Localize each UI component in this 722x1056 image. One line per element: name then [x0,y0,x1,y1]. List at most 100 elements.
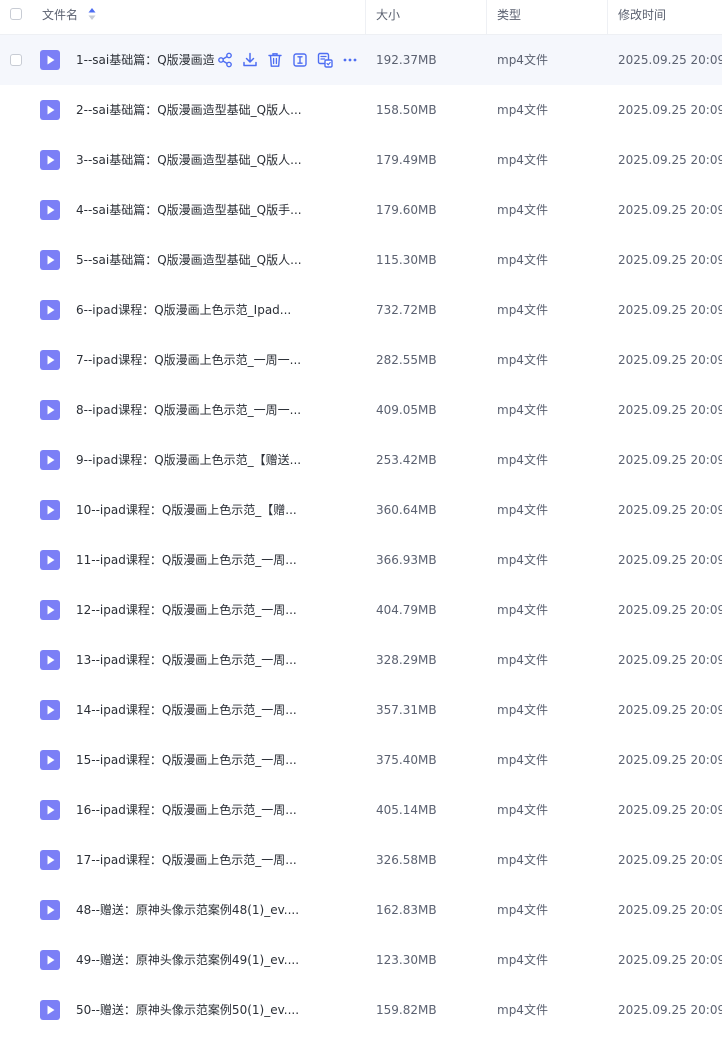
file-size: 357.31MB [376,703,437,717]
table-row[interactable]: 8--ipad课程：Q版漫画上色示范_一周一... 409.05MB mp4文件 20… [0,385,722,435]
file-name[interactable]: 4--sai基础篇：Q版漫画造型基础_Q版手... [76,185,302,235]
file-type: mp4文件 [497,953,548,967]
column-divider[interactable] [486,0,487,34]
table-row[interactable]: 48--赠送：原神头像示范案例48(1)_ev.... 162.83MB mp4文件… [0,885,722,935]
video-file-icon [40,900,60,920]
file-modified: 2025.09.25 20:09 [618,953,722,967]
file-size: 405.14MB [376,803,437,817]
file-name[interactable]: 50--赠送：原神头像示范案例50(1)_ev.... [76,985,299,1035]
video-file-icon [40,100,60,120]
file-modified: 2025.09.25 20:09 [618,203,722,217]
table-row[interactable]: 12--ipad课程：Q版漫画上色示范_一周... 404.79MB mp4文件 20… [0,585,722,635]
column-divider[interactable] [607,0,608,34]
video-file-icon [40,800,60,820]
table-row[interactable]: 2--sai基础篇：Q版漫画造型基础_Q版人... 158.50MB mp4文件 20… [0,85,722,135]
file-type: mp4文件 [497,203,548,217]
file-name[interactable]: 14--ipad课程：Q版漫画上色示范_一周... [76,685,297,735]
file-name[interactable]: 49--赠送：原神头像示范案例49(1)_ev.... [76,935,299,985]
file-name[interactable]: 16--ipad课程：Q版漫画上色示范_一周... [76,785,297,835]
file-modified: 2025.09.25 20:09 [618,553,722,567]
header-size[interactable]: 大小 [376,0,400,34]
table-row[interactable]: 16--ipad课程：Q版漫画上色示范_一周... 405.14MB mp4文件 20… [0,785,722,835]
download-icon[interactable] [241,51,259,69]
file-type: mp4文件 [497,603,548,617]
table-header: 文件名 大小 类型 修改时间 [0,0,722,35]
file-modified: 2025.09.25 20:09 [618,303,722,317]
header-name[interactable]: 文件名 [42,0,78,34]
table-row[interactable]: 14--ipad课程：Q版漫画上色示范_一周... 357.31MB mp4文件 20… [0,685,722,735]
file-name[interactable]: 1--sai基础篇：Q版漫画造 [76,35,215,85]
table-row[interactable]: 10--ipad课程：Q版漫画上色示范_【赠... 360.64MB mp4文件 20… [0,485,722,535]
copy-icon[interactable] [316,51,334,69]
file-modified: 2025.09.25 20:09 [618,653,722,667]
file-modified: 2025.09.25 20:09 [618,903,722,917]
file-name[interactable]: 5--sai基础篇：Q版漫画造型基础_Q版人... [76,235,302,285]
file-size: 162.83MB [376,903,437,917]
file-name[interactable]: 10--ipad课程：Q版漫画上色示范_【赠... [76,485,297,535]
file-size: 326.58MB [376,853,437,867]
file-size: 158.50MB [376,103,437,117]
video-file-icon [40,600,60,620]
file-size: 360.64MB [376,503,437,517]
header-type[interactable]: 类型 [497,0,521,34]
share-icon[interactable] [216,51,234,69]
file-size: 375.40MB [376,753,437,767]
file-modified: 2025.09.25 20:09 [618,753,722,767]
table-row[interactable]: 6--ipad课程：Q版漫画上色示范_Ipad... 732.72MB mp4文件 2… [0,285,722,335]
delete-icon[interactable] [266,51,284,69]
file-type: mp4文件 [497,353,548,367]
file-name[interactable]: 17--ipad课程：Q版漫画上色示范_一周... [76,835,297,885]
file-name[interactable]: 7--ipad课程：Q版漫画上色示范_一周一... [76,335,301,385]
file-name[interactable]: 11--ipad课程：Q版漫画上色示范_一周... [76,535,297,585]
rename-icon[interactable] [291,51,309,69]
file-modified: 2025.09.25 20:09 [618,403,722,417]
file-size: 179.60MB [376,203,437,217]
table-row[interactable]: 17--ipad课程：Q版漫画上色示范_一周... 326.58MB mp4文件 20… [0,835,722,885]
file-type: mp4文件 [497,553,548,567]
table-row[interactable]: 3--sai基础篇：Q版漫画造型基础_Q版人... 179.49MB mp4文件 20… [0,135,722,185]
table-row[interactable]: 7--ipad课程：Q版漫画上色示范_一周一... 282.55MB mp4文件 20… [0,335,722,385]
file-name[interactable]: 12--ipad课程：Q版漫画上色示范_一周... [76,585,297,635]
select-all-checkbox[interactable] [10,8,22,20]
file-type: mp4文件 [497,53,548,67]
table-row[interactable]: 1--sai基础篇：Q版漫画造 192.37MB mp4文件 2025.09.25 2… [0,35,722,85]
table-row[interactable]: 50--赠送：原神头像示范案例50(1)_ev.... 159.82MB mp4文件… [0,985,722,1035]
file-modified: 2025.09.25 20:09 [618,53,722,67]
more-icon[interactable] [341,51,359,69]
file-size: 179.49MB [376,153,437,167]
file-name[interactable]: 2--sai基础篇：Q版漫画造型基础_Q版人... [76,85,302,135]
video-file-icon [40,950,60,970]
video-file-icon [40,350,60,370]
file-name[interactable]: 9--ipad课程：Q版漫画上色示范_【赠送... [76,435,301,485]
file-name[interactable]: 6--ipad课程：Q版漫画上色示范_Ipad... [76,285,291,335]
file-name[interactable]: 48--赠送：原神头像示范案例48(1)_ev.... [76,885,299,935]
column-divider[interactable] [365,0,366,34]
file-name[interactable]: 15--ipad课程：Q版漫画上色示范_一周... [76,735,297,785]
table-row[interactable]: 15--ipad课程：Q版漫画上色示范_一周... 375.40MB mp4文件 20… [0,735,722,785]
file-modified: 2025.09.25 20:09 [618,803,722,817]
table-row[interactable]: 11--ipad课程：Q版漫画上色示范_一周... 366.93MB mp4文件 20… [0,535,722,585]
table-row[interactable]: 4--sai基础篇：Q版漫画造型基础_Q版手... 179.60MB mp4文件 20… [0,185,722,235]
video-file-icon [40,150,60,170]
video-file-icon [40,250,60,270]
file-size: 366.93MB [376,553,437,567]
video-file-icon [40,450,60,470]
row-checkbox[interactable] [10,54,22,66]
table-row[interactable]: 49--赠送：原神头像示范案例49(1)_ev.... 123.30MB mp4文件… [0,935,722,985]
file-size: 732.72MB [376,303,437,317]
file-name[interactable]: 8--ipad课程：Q版漫画上色示范_一周一... [76,385,301,435]
table-row[interactable]: 9--ipad课程：Q版漫画上色示范_【赠送... 253.42MB mp4文件 20… [0,435,722,485]
file-size: 123.30MB [376,953,437,967]
file-modified: 2025.09.25 20:09 [618,103,722,117]
sort-ascending-icon[interactable] [88,7,96,21]
table-row[interactable]: 13--ipad课程：Q版漫画上色示范_一周... 328.29MB mp4文件 20… [0,635,722,685]
file-name[interactable]: 13--ipad课程：Q版漫画上色示范_一周... [76,635,297,685]
file-type: mp4文件 [497,303,548,317]
file-name[interactable]: 3--sai基础篇：Q版漫画造型基础_Q版人... [76,135,302,185]
table-row[interactable]: 5--sai基础篇：Q版漫画造型基础_Q版人... 115.30MB mp4文件 20… [0,235,722,285]
video-file-icon [40,700,60,720]
file-type: mp4文件 [497,803,548,817]
file-size: 328.29MB [376,653,437,667]
header-modified[interactable]: 修改时间 [618,0,666,34]
file-modified: 2025.09.25 20:09 [618,453,722,467]
